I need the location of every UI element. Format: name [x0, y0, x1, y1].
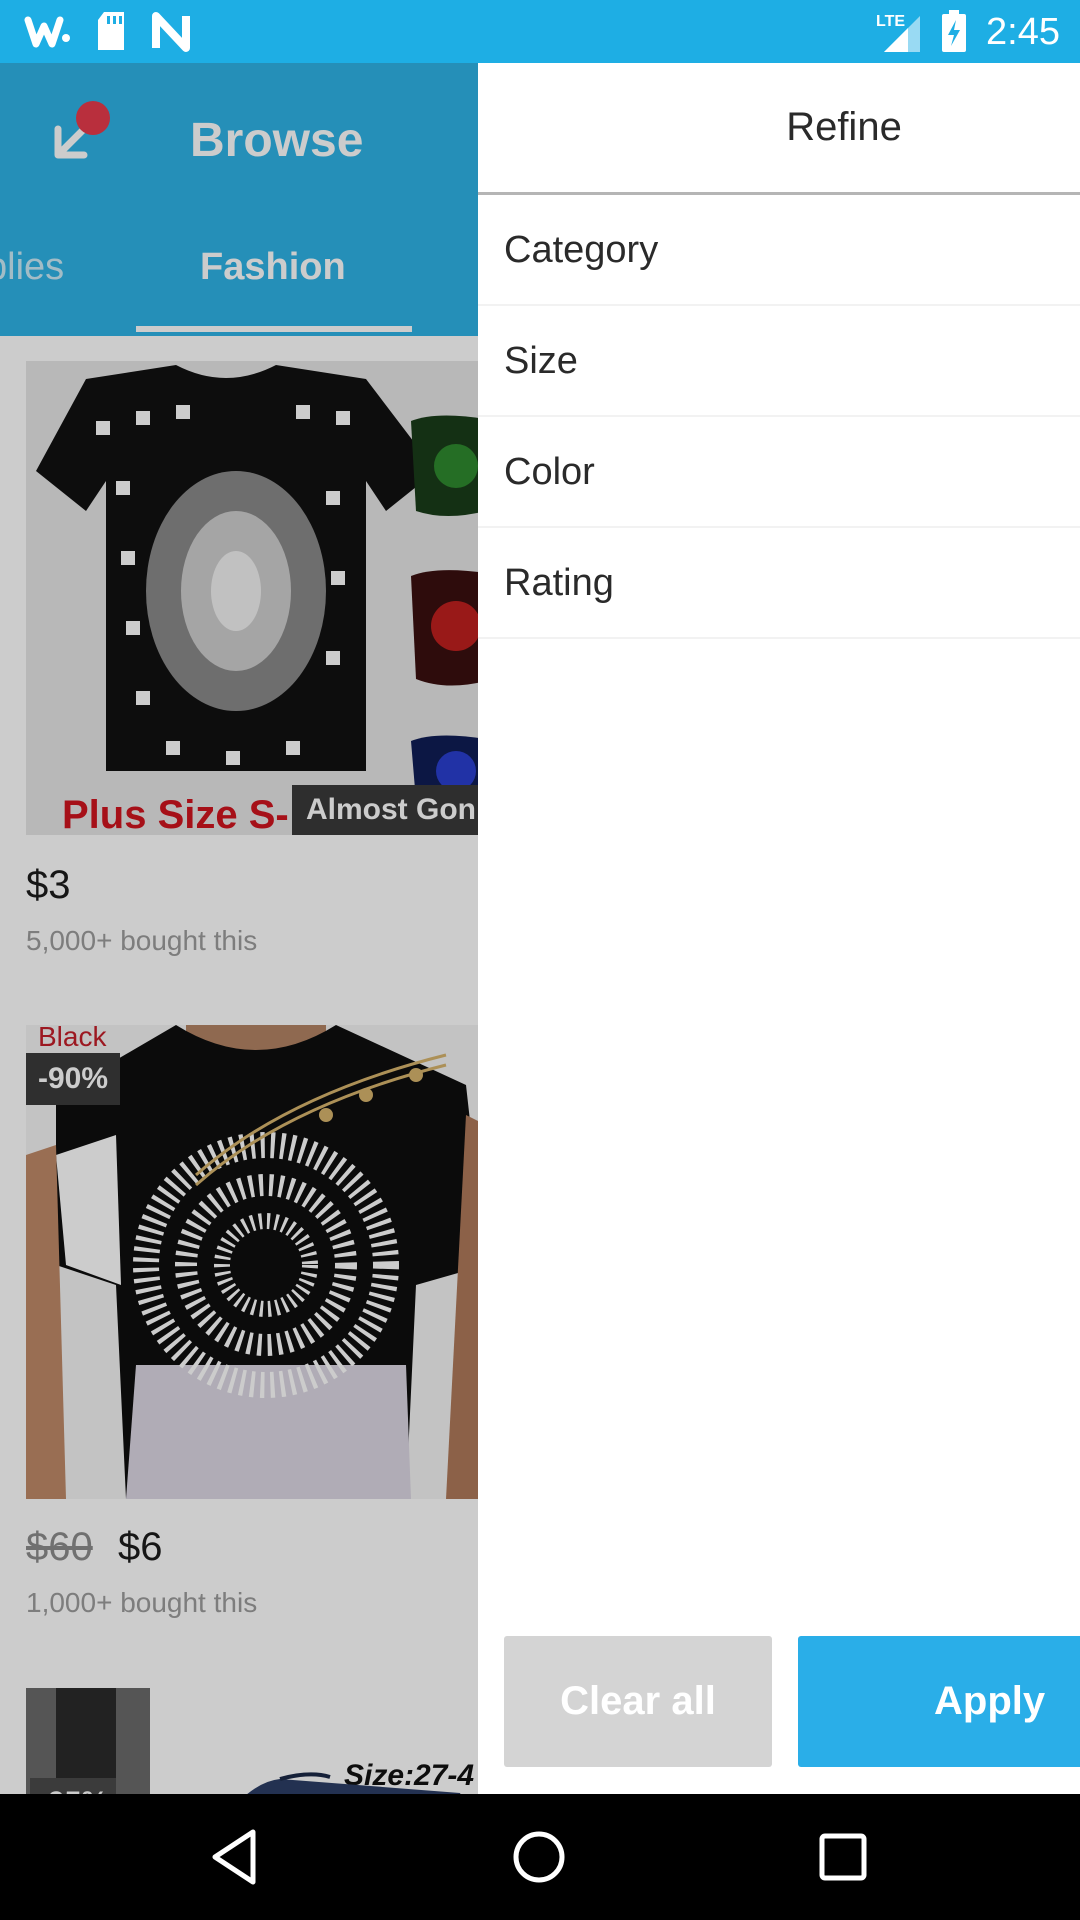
screen: LTE 2:45 Browse plies Fashion — [0, 0, 1080, 1920]
filter-label: Rating — [504, 562, 614, 604]
refine-drawer: Refine Category Size Color Rating Clear … — [478, 63, 1080, 1794]
lte-signal-icon: LTE — [876, 13, 920, 52]
navigation-bar — [0, 1794, 1080, 1920]
home-icon[interactable] — [506, 1824, 572, 1890]
filter-label: Category — [504, 229, 659, 271]
status-bar: LTE 2:45 — [0, 0, 1080, 63]
battery-charging-icon — [942, 10, 966, 52]
filter-size[interactable]: Size — [478, 306, 1080, 417]
sd-card-icon — [98, 12, 124, 50]
filter-label: Size — [504, 340, 578, 382]
filter-category[interactable]: Category — [478, 195, 1080, 306]
recents-icon[interactable] — [810, 1824, 876, 1890]
filter-rating[interactable]: Rating — [478, 528, 1080, 639]
svg-text:LTE: LTE — [876, 13, 905, 30]
n-notification-icon — [152, 12, 190, 52]
wish-app-icon — [24, 16, 70, 48]
back-icon[interactable] — [203, 1824, 269, 1890]
filter-color[interactable]: Color — [478, 417, 1080, 528]
clear-all-button[interactable]: Clear all — [504, 1636, 772, 1767]
apply-button[interactable]: Apply — [798, 1636, 1080, 1767]
clock: 2:45 — [986, 11, 1060, 53]
filter-label: Color — [504, 451, 595, 493]
drawer-title: Refine — [786, 105, 902, 149]
